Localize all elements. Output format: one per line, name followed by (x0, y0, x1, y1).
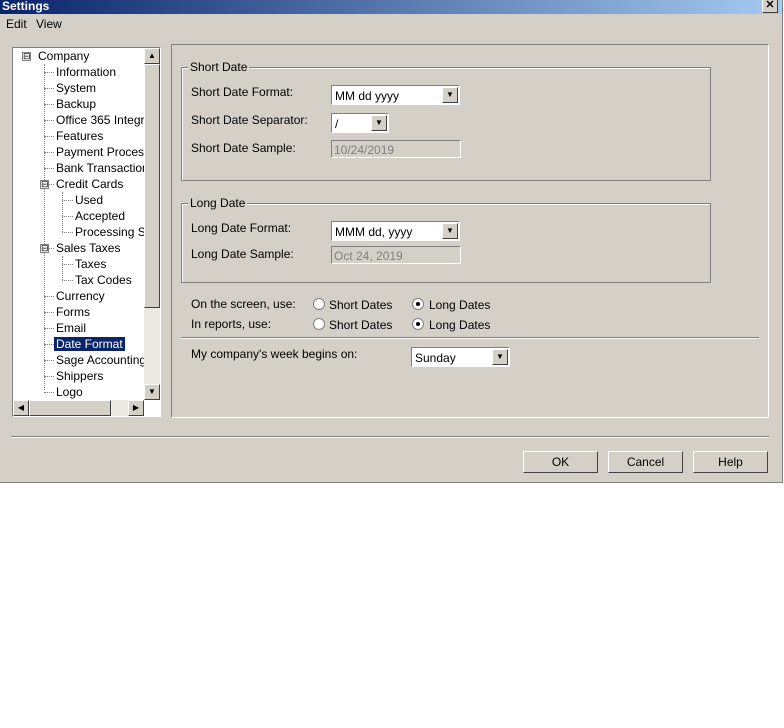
tree-item-company[interactable]: Company (38, 49, 89, 63)
long-date-format-label: Long Date Format: (191, 221, 292, 235)
short-date-format-label: Short Date Format: (191, 85, 294, 99)
week-begins-label: My company's week begins on: (191, 347, 358, 361)
reports-use-label: In reports, use: (191, 317, 272, 331)
tree-item-processing-services[interactable]: Processing Se (75, 225, 152, 239)
radio-selected-dot (416, 302, 420, 306)
tree-item-accepted[interactable]: Accepted (75, 209, 125, 223)
tree-horizontal-scroll-thumb[interactable] (29, 400, 111, 416)
tree-item-bank-transactions[interactable]: Bank Transactions (56, 161, 155, 175)
tree-item-credit-cards[interactable]: Credit Cards (56, 177, 123, 191)
ok-button[interactable]: OK (523, 451, 598, 473)
tree-item-payment-processing[interactable]: Payment Processir (56, 145, 157, 159)
settings-window: Settings ✕ Edit View ⊟ ⊟ ⊟ Company Infor… (0, 0, 783, 483)
tree-item-sage-accounting[interactable]: Sage Accounting I (56, 353, 153, 367)
short-date-separator-value: / (335, 117, 339, 131)
scroll-up-icon[interactable]: ▲ (144, 48, 160, 64)
tree-item-currency[interactable]: Currency (56, 289, 105, 303)
title-bar: Settings ✕ (0, 0, 782, 14)
short-date-separator-select[interactable]: / ▼ (331, 113, 389, 133)
chevron-down-icon[interactable]: ▼ (442, 223, 458, 239)
long-date-group: Long Date (181, 196, 711, 283)
short-date-format-value: MM dd yyyy (335, 89, 400, 103)
screen-short-dates-radio[interactable] (313, 298, 325, 310)
scroll-right-icon[interactable]: ▶ (128, 400, 144, 416)
reports-long-dates-label[interactable]: Long Dates (429, 318, 490, 332)
long-date-format-select[interactable]: MMM dd, yyyy ▼ (331, 221, 460, 241)
chevron-down-icon[interactable]: ▼ (371, 115, 387, 131)
tree-item-taxes[interactable]: Taxes (75, 257, 106, 271)
window-title: Settings (2, 0, 50, 13)
collapse-sales-taxes-icon[interactable]: ⊟ (40, 244, 49, 253)
date-format-panel: Short Date Short Date Format: MM dd yyyy… (171, 44, 769, 418)
scroll-down-icon[interactable]: ▼ (144, 384, 160, 400)
chevron-down-icon[interactable]: ▼ (492, 349, 508, 365)
reports-short-dates-label[interactable]: Short Dates (329, 318, 392, 332)
tree-item-system[interactable]: System (56, 81, 96, 95)
tree-item-shippers[interactable]: Shippers (56, 369, 103, 383)
reports-long-dates-radio[interactable] (412, 318, 424, 330)
long-date-sample-field: Oct 24, 2019 (331, 246, 461, 264)
long-date-format-value: MMM dd, yyyy (335, 225, 413, 239)
week-begins-value: Sunday (415, 351, 456, 365)
screen-long-dates-label[interactable]: Long Dates (429, 298, 490, 312)
tree-item-information[interactable]: Information (56, 65, 116, 79)
scroll-left-icon[interactable]: ◀ (13, 400, 29, 416)
screen-short-dates-label[interactable]: Short Dates (329, 298, 392, 312)
short-date-sample-field: 10/24/2019 (331, 140, 461, 158)
short-date-separator-label: Short Date Separator: (191, 113, 308, 127)
collapse-company-icon[interactable]: ⊟ (22, 52, 31, 61)
week-begins-select[interactable]: Sunday ▼ (411, 347, 510, 367)
long-date-sample-label: Long Date Sample: (191, 247, 294, 261)
radio-selected-dot (416, 322, 420, 326)
tree-item-forms[interactable]: Forms (56, 305, 90, 319)
footer-divider (11, 436, 769, 438)
tree-item-sales-taxes[interactable]: Sales Taxes (56, 241, 120, 255)
tree-item-features[interactable]: Features (56, 129, 103, 143)
close-button[interactable]: ✕ (762, 0, 778, 13)
tree-item-logo[interactable]: Logo (56, 385, 83, 399)
help-button[interactable]: Help (693, 451, 768, 473)
short-date-format-select[interactable]: MM dd yyyy ▼ (331, 85, 460, 105)
screen-use-label: On the screen, use: (191, 297, 296, 311)
settings-tree[interactable]: ⊟ ⊟ ⊟ Company Information System Backup … (12, 47, 161, 417)
tree-item-office-365[interactable]: Office 365 Integrat (56, 113, 155, 127)
tree-item-tax-codes[interactable]: Tax Codes (75, 273, 132, 287)
tree-item-backup[interactable]: Backup (56, 97, 96, 111)
long-date-legend: Long Date (188, 196, 248, 210)
tree-vertical-scroll-thumb[interactable] (144, 64, 160, 308)
menu-edit[interactable]: Edit (6, 17, 27, 31)
cancel-button[interactable]: Cancel (608, 451, 683, 473)
collapse-credit-cards-icon[interactable]: ⊟ (40, 180, 49, 189)
short-date-legend: Short Date (188, 60, 250, 74)
tree-item-email[interactable]: Email (56, 321, 86, 335)
short-date-sample-label: Short Date Sample: (191, 141, 296, 155)
screen-long-dates-radio[interactable] (412, 298, 424, 310)
menu-view[interactable]: View (36, 17, 62, 31)
tree-item-used[interactable]: Used (75, 193, 103, 207)
tree-item-date-format[interactable]: Date Format (54, 337, 125, 351)
reports-short-dates-radio[interactable] (313, 318, 325, 330)
chevron-down-icon[interactable]: ▼ (442, 87, 458, 103)
divider (181, 337, 759, 339)
